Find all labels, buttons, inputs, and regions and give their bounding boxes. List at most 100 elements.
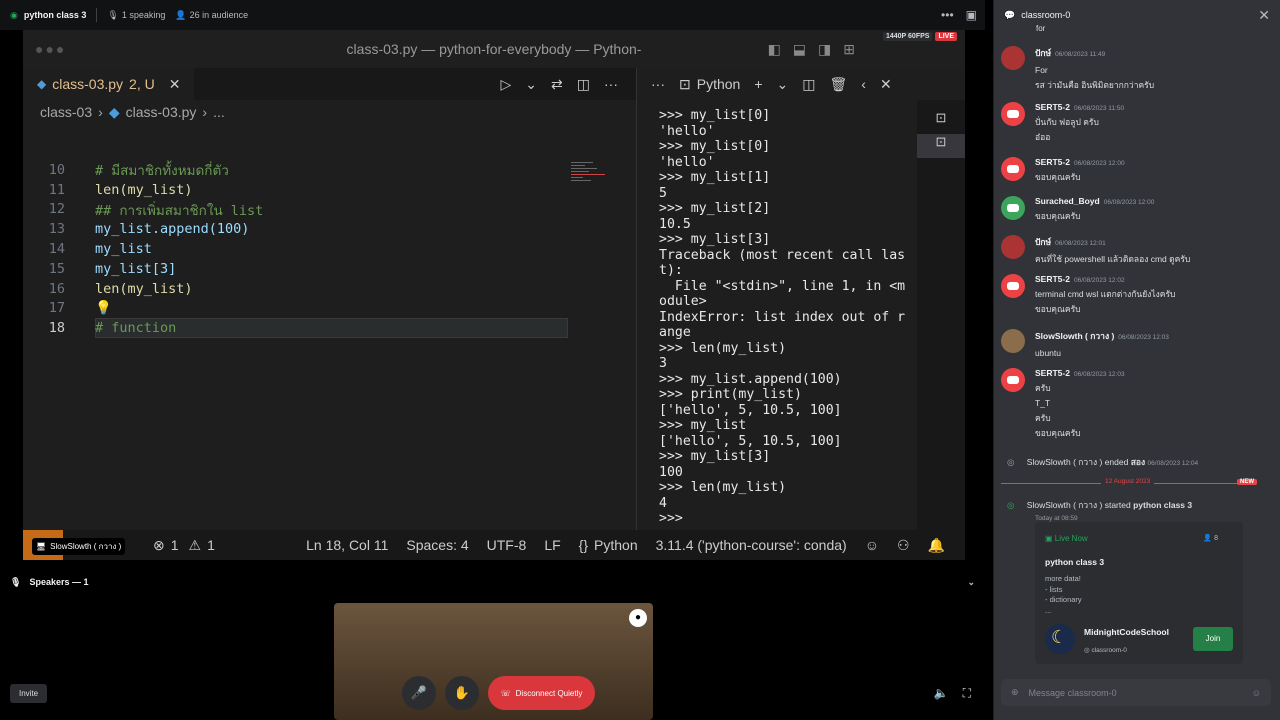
toggle-panel-icon[interactable]: ⬓ — [793, 41, 806, 58]
timestamp: 06/08/2023 12:00 — [1073, 160, 1125, 167]
stream-quality-badge: 1440P 60FPS — [882, 32, 933, 41]
code-line-current: 18 # function — [23, 318, 583, 339]
breadcrumb-file[interactable]: class-03.py — [126, 104, 197, 120]
breadcrumb-more[interactable]: ... — [213, 104, 225, 120]
eol[interactable]: LF — [544, 537, 560, 553]
join-button[interactable]: Join — [1193, 627, 1233, 651]
code-line: 15 my_list[3] — [48, 260, 177, 277]
statusbar: ⊗ 1 ⚠ 1 Ln 18, Col 11 Spaces: 4 UTF-8 LF… — [23, 530, 965, 560]
chevron-down-icon[interactable]: ⌄ — [525, 76, 537, 93]
phone-icon: ☏ — [500, 688, 511, 698]
breadcrumb-folder[interactable]: class-03 — [40, 104, 92, 120]
close-panel-icon[interactable]: ✕ — [880, 76, 892, 93]
chevron-left-icon[interactable]: ‹ — [861, 76, 866, 92]
warning-count[interactable]: 1 — [207, 537, 215, 553]
more-icon[interactable]: ••• — [941, 8, 954, 22]
avatar[interactable] — [1001, 196, 1025, 220]
tab-class-03[interactable]: ◆ class-03.py 2, U ✕ — [23, 68, 195, 100]
raise-hand-icon[interactable]: ✋ — [445, 676, 479, 710]
username[interactable]: SERT5-2 06/08/2023 12:03 — [1035, 368, 1271, 378]
username[interactable]: SlowSlowth ( กวาง ) 06/08/2023 12:03 — [1035, 329, 1271, 343]
error-count[interactable]: 1 — [171, 537, 179, 553]
message-text: ขอบคุณครับ — [1035, 428, 1081, 438]
code-line: 14 my_list — [48, 241, 152, 258]
username[interactable]: SERT5-2 06/08/2023 12:02 — [1035, 274, 1271, 284]
speaking-count: 1 speaking — [121, 10, 166, 20]
popout-icon[interactable]: ▣ — [966, 8, 977, 22]
username[interactable]: SERT5-2 06/08/2023 12:00 — [1035, 157, 1271, 167]
compare-icon[interactable]: ⇄ — [551, 76, 563, 93]
window-title: class-03.py — python-for-everybody — Pyt… — [346, 41, 642, 57]
avatar[interactable] — [1001, 274, 1025, 298]
run-icon[interactable]: ▷ — [501, 76, 512, 93]
code-text: # function — [95, 320, 177, 337]
code-text: my_list[3] — [95, 260, 177, 277]
more-actions-icon[interactable]: ··· — [651, 76, 665, 92]
terminal-icon: ⊡ — [679, 75, 691, 92]
chevron-down-icon[interactable]: ⌄ — [777, 76, 789, 93]
username[interactable]: SERT5-2 06/08/2023 11:50 — [1035, 102, 1271, 112]
username[interactable]: Surached_Boyd 06/08/2023 12:00 — [1035, 196, 1271, 206]
minimap[interactable] — [571, 162, 611, 202]
chevron-down-icon[interactable]: ⌄ — [967, 577, 975, 588]
notifications-icon[interactable]: 🔔 — [928, 537, 945, 554]
split-terminal-icon[interactable]: ◫ — [802, 76, 815, 93]
avatar[interactable] — [1001, 46, 1025, 70]
avatar[interactable] — [1001, 235, 1025, 259]
fullscreen-icon[interactable]: ⛶ — [963, 686, 971, 701]
audience-count: 26 in audience — [189, 10, 249, 20]
stage-event-card[interactable]: ▣ Live Now 👤 8 python class 3 more data!… — [1035, 522, 1243, 664]
customize-layout-icon[interactable]: ⊞ — [843, 41, 855, 58]
add-attachment-icon[interactable]: ⊕ — [1011, 687, 1019, 698]
trash-icon[interactable]: 🗑 — [829, 76, 847, 93]
window-dots: ●●● — [35, 41, 67, 57]
code-area[interactable]: 10 # มีสมาชิกทั้งหมดกี่ตัว 11 len(my_list)… — [23, 160, 583, 339]
language-mode[interactable]: Python — [594, 537, 638, 553]
emoji-icon[interactable]: ☺ — [1252, 688, 1261, 698]
tab-status: 2, U — [129, 76, 155, 92]
add-terminal-icon[interactable]: + — [754, 76, 762, 92]
terminal-label[interactable]: Python — [697, 76, 741, 92]
toggle-sidebar-icon[interactable]: ◧ — [768, 41, 781, 58]
message-input[interactable]: ⊕ Message classroom-0 ☺ — [1001, 679, 1271, 706]
mute-icon[interactable]: 🎤 — [402, 676, 436, 710]
more-actions-icon[interactable]: ··· — [604, 76, 618, 92]
close-icon[interactable]: ✕ — [169, 76, 181, 93]
avatar[interactable] — [1001, 368, 1025, 392]
encoding[interactable]: UTF-8 — [487, 537, 527, 553]
split-editor-icon[interactable]: ◫ — [577, 76, 590, 93]
volume-icon[interactable]: 🔈 — [934, 686, 949, 701]
terminal-tab-icon[interactable]: ⊡ — [917, 110, 965, 134]
close-icon[interactable]: ✕ — [1258, 7, 1270, 24]
lightbulb-icon[interactable]: 💡 — [73, 300, 112, 316]
system-message-started: ◎ SlowSlowth ( กวาง ) started python cla… — [1007, 500, 1193, 522]
disconnect-button[interactable]: ☏ Disconnect Quietly — [488, 676, 595, 710]
interpreter[interactable]: 3.11.4 ('python-course': conda) — [656, 537, 847, 553]
account-icon[interactable]: ⚇ — [897, 537, 910, 554]
speakers-section[interactable]: 🎙 Speakers — 1 ⌄ — [0, 570, 985, 594]
copilot-icon[interactable]: ☺ — [865, 537, 879, 553]
avatar[interactable] — [1001, 102, 1025, 126]
editor-pane[interactable]: ◆ class-03.py 2, U ✕ ▷ ⌄ ⇄ ◫ ··· class-0… — [23, 68, 636, 560]
editor-tabbar: ◆ class-03.py 2, U ✕ ▷ ⌄ ⇄ ◫ ··· — [23, 68, 636, 100]
error-icon[interactable]: ⊗ — [153, 537, 165, 554]
terminal-output[interactable]: >>> my_list[0] 'hello' >>> my_list[0] 'h… — [659, 108, 909, 527]
terminal-tab-icon[interactable]: ⊡ — [917, 134, 965, 158]
username[interactable]: ปักษ์ 06/08/2023 12:01 — [1035, 235, 1271, 249]
indentation[interactable]: Spaces: 4 — [406, 537, 468, 553]
avatar[interactable] — [1001, 157, 1025, 181]
invite-button[interactable]: Invite — [10, 684, 48, 703]
screen-share-icon: 🖥 — [36, 542, 47, 551]
warning-icon[interactable]: ⚠ — [189, 537, 202, 554]
cursor-position[interactable]: Ln 18, Col 11 — [306, 537, 388, 553]
camera-icon[interactable]: ● — [629, 609, 647, 627]
stage-topbar: ◉ python class 3 🎙 1 speaking 👤 26 in au… — [0, 0, 985, 30]
avatar[interactable] — [1001, 329, 1025, 353]
terminal-panel[interactable]: ··· ⊡ Python + ⌄ ◫ 🗑 ‹ ✕ >>> my_list[0] … — [636, 68, 965, 560]
date-divider: 12 August 2023 NEW — [1001, 478, 1257, 488]
username[interactable]: ปักษ์ 06/08/2023 11:49 — [1035, 46, 1271, 60]
toggle-secondary-icon[interactable]: ◨ — [818, 41, 831, 58]
shared-screen: ●●● class-03.py — python-for-everybody —… — [23, 30, 965, 560]
chat-channel-name: classroom-0 — [1021, 10, 1071, 20]
mic-icon: 🎙 — [10, 576, 22, 587]
